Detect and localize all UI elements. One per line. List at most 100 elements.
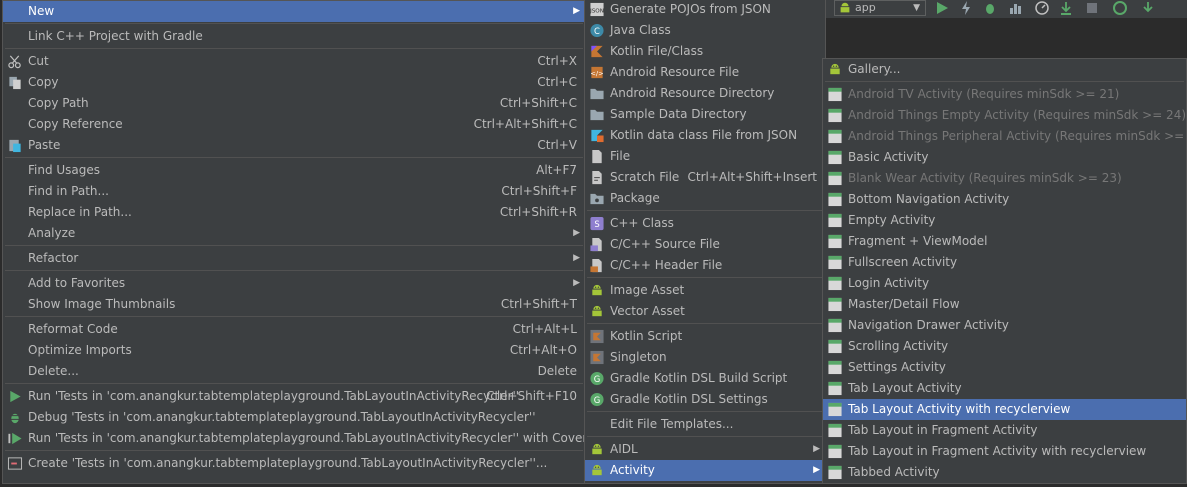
- menu-item-gradle-kotlin-dsl-settings[interactable]: G Gradle Kotlin DSL Settings: [585, 389, 825, 410]
- menu-item-show-image-thumbnails[interactable]: Show Image Thumbnails Ctrl+Shift+T: [3, 294, 585, 315]
- attach-icon[interactable]: [1034, 0, 1050, 16]
- menu-item-run-tests-in-com-anangkur-tabtemplatepla[interactable]: Run 'Tests in 'com.anangkur.tabtemplatep…: [3, 386, 585, 407]
- debug-icon[interactable]: [982, 0, 998, 16]
- stop-icon[interactable]: [1084, 0, 1100, 16]
- activity-template-icon: [827, 381, 843, 396]
- menu-item-c-class[interactable]: S C++ Class: [585, 213, 825, 234]
- menu-item-label: Vector Asset: [610, 304, 685, 318]
- file-icon: [589, 149, 605, 164]
- menu-item-kotlin-data-class-file-from-json[interactable]: Kotlin data class File from JSON: [585, 125, 825, 146]
- menu-item-login-activity[interactable]: Login Activity: [823, 273, 1186, 294]
- menu-item-aidl[interactable]: AIDL ▶: [585, 439, 825, 460]
- menu-item-tab-layout-activity[interactable]: Tab Layout Activity: [823, 378, 1186, 399]
- sync-icon[interactable]: [1058, 0, 1074, 16]
- activity-template-icon: [827, 150, 843, 165]
- menu-item-shortcut: Delete: [537, 364, 577, 378]
- menu-item-label: Android Resource File: [610, 65, 740, 79]
- activity-template-icon: [827, 213, 843, 228]
- menu-item-file[interactable]: File: [585, 146, 825, 167]
- menu-item-master-detail-flow[interactable]: Master/Detail Flow: [823, 294, 1186, 315]
- menu-item-vector-asset[interactable]: Vector Asset: [585, 301, 825, 322]
- menu-item-label: Run 'Tests in 'com.anangkur.tabtemplatep…: [28, 431, 610, 445]
- activity-template-icon: [827, 339, 843, 354]
- menu-item-package[interactable]: Package: [585, 188, 825, 209]
- menu-item-refactor[interactable]: Refactor ▶: [3, 248, 585, 269]
- menu-item-label: Gallery...: [848, 62, 901, 76]
- profile-icon[interactable]: [1008, 0, 1024, 16]
- svg-text:S: S: [594, 219, 599, 229]
- menu-item-android-tv-activity-requires-minsdk-21: Android TV Activity (Requires minSdk >= …: [823, 84, 1186, 105]
- menu-item-scratch-file[interactable]: Scratch File Ctrl+Alt+Shift+Insert: [585, 167, 825, 188]
- menu-item-gradle-kotlin-dsl-build-script[interactable]: G Gradle Kotlin DSL Build Script: [585, 368, 825, 389]
- menu-item-kotlin-script[interactable]: Kotlin Script: [585, 326, 825, 347]
- debug-icon: [7, 410, 23, 425]
- menu-item-shortcut: Ctrl+C: [537, 75, 577, 89]
- menu-item-analyze[interactable]: Analyze ▶: [3, 223, 585, 244]
- menu-item-basic-activity[interactable]: Basic Activity: [823, 147, 1186, 168]
- menu-item-shortcut: Ctrl+Shift+C: [499, 96, 577, 110]
- menu-item-delete[interactable]: Delete... Delete: [3, 361, 585, 382]
- menu-item-copy-path[interactable]: Copy Path Ctrl+Shift+C: [3, 93, 585, 114]
- menu-item-c-c-header-file[interactable]: C/C++ Header File: [585, 255, 825, 276]
- menu-item-tabbed-activity[interactable]: Tabbed Activity: [823, 462, 1186, 483]
- menu-item-copy-reference[interactable]: Copy Reference Ctrl+Alt+Shift+C: [3, 114, 585, 135]
- menu-item-singleton[interactable]: Singleton: [585, 347, 825, 368]
- menu-item-cut[interactable]: Cut Ctrl+X: [3, 51, 585, 72]
- menu-item-run-tests-in-com-anangkur-tabtemplatepla[interactable]: Run 'Tests in 'com.anangkur.tabtemplatep…: [3, 428, 610, 449]
- sdk-manager-icon[interactable]: [1140, 0, 1156, 16]
- menu-item-find-in-path[interactable]: Find in Path... Ctrl+Shift+F: [3, 181, 585, 202]
- coverage-icon: [7, 431, 23, 446]
- menu-item-gallery[interactable]: Gallery...: [823, 59, 1186, 80]
- menu-item-add-to-favorites[interactable]: Add to Favorites ▶: [3, 273, 585, 294]
- menu-item-new[interactable]: New ▶: [3, 1, 585, 22]
- activity-template-icon: [827, 276, 843, 291]
- menu-item-copy[interactable]: Copy Ctrl+C: [3, 72, 585, 93]
- kotlin-file-icon: [589, 44, 605, 59]
- json-icon: JSON: [589, 2, 605, 17]
- menu-item-edit-file-templates[interactable]: Edit File Templates...: [585, 414, 825, 435]
- menu-item-kotlin-file-class[interactable]: Kotlin File/Class: [585, 41, 825, 62]
- menu-item-android-resource-file[interactable]: </> Android Resource File: [585, 62, 825, 83]
- menu-item-reformat-code[interactable]: Reformat Code Ctrl+Alt+L: [3, 319, 585, 340]
- cpp-source-icon: [589, 237, 605, 252]
- menu-item-sample-data-directory[interactable]: Sample Data Directory: [585, 104, 825, 125]
- menu-item-empty-activity[interactable]: Empty Activity: [823, 210, 1186, 231]
- menu-item-label: Fragment + ViewModel: [848, 234, 988, 248]
- menu-item-tab-layout-activity-with-recyclerview[interactable]: Tab Layout Activity with recyclerview: [823, 399, 1186, 420]
- menu-item-tab-layout-in-fragment-activity-with-rec[interactable]: Tab Layout in Fragment Activity with rec…: [823, 441, 1186, 462]
- menu-item-paste[interactable]: Paste Ctrl+V: [3, 135, 585, 156]
- apply-changes-icon[interactable]: [958, 0, 974, 16]
- menu-item-optimize-imports[interactable]: Optimize Imports Ctrl+Alt+O: [3, 340, 585, 361]
- menu-item-activity[interactable]: Activity ▶: [585, 460, 825, 481]
- menu-item-replace-in-path[interactable]: Replace in Path... Ctrl+Shift+R: [3, 202, 585, 223]
- create-test-icon: [7, 456, 23, 471]
- menu-item-tab-layout-in-fragment-activity[interactable]: Tab Layout in Fragment Activity: [823, 420, 1186, 441]
- menu-item-label: Paste: [28, 138, 61, 152]
- menu-item-find-usages[interactable]: Find Usages Alt+F7: [3, 160, 585, 181]
- menu-item-generate-pojos-from-json[interactable]: JSON Generate POJOs from JSON: [585, 0, 825, 20]
- activity-template-icon: [827, 318, 843, 333]
- menu-item-label: C/C++ Source File: [610, 237, 720, 251]
- activity-template-icon: [827, 129, 843, 144]
- menu-item-settings-activity[interactable]: Settings Activity: [823, 357, 1186, 378]
- menu-item-android-resource-directory[interactable]: Android Resource Directory: [585, 83, 825, 104]
- menu-item-debug-tests-in-com-anangkur-tabtemplatep[interactable]: Debug 'Tests in 'com.anangkur.tabtemplat…: [3, 407, 585, 428]
- menu-item-fullscreen-activity[interactable]: Fullscreen Activity: [823, 252, 1186, 273]
- menu-item-fragment-viewmodel[interactable]: Fragment + ViewModel: [823, 231, 1186, 252]
- menu-item-label: Kotlin data class File from JSON: [610, 128, 798, 142]
- run-icon[interactable]: [934, 0, 950, 16]
- avd-manager-icon[interactable]: [1112, 0, 1128, 16]
- menu-item-scrolling-activity[interactable]: Scrolling Activity: [823, 336, 1186, 357]
- menu-item-link-c-project-with-gradle[interactable]: Link C++ Project with Gradle: [3, 26, 585, 47]
- menu-item-bottom-navigation-activity[interactable]: Bottom Navigation Activity: [823, 189, 1186, 210]
- menu-item-navigation-drawer-activity[interactable]: Navigation Drawer Activity: [823, 315, 1186, 336]
- menu-item-label: Navigation Drawer Activity: [848, 318, 1009, 332]
- menu-item-image-asset[interactable]: Image Asset: [585, 280, 825, 301]
- menu-item-label: Edit File Templates...: [610, 417, 734, 431]
- menu-item-java-class[interactable]: C Java Class: [585, 20, 825, 41]
- submenu-arrow-icon: ▶: [813, 465, 820, 475]
- menu-item-create-tests-in-com-anangkur-tabtemplate[interactable]: Create 'Tests in 'com.anangkur.tabtempla…: [3, 453, 585, 474]
- menu-item-label: New: [28, 4, 55, 18]
- menu-item-c-c-source-file[interactable]: C/C++ Source File: [585, 234, 825, 255]
- run-config-select[interactable]: app ▼: [834, 0, 926, 16]
